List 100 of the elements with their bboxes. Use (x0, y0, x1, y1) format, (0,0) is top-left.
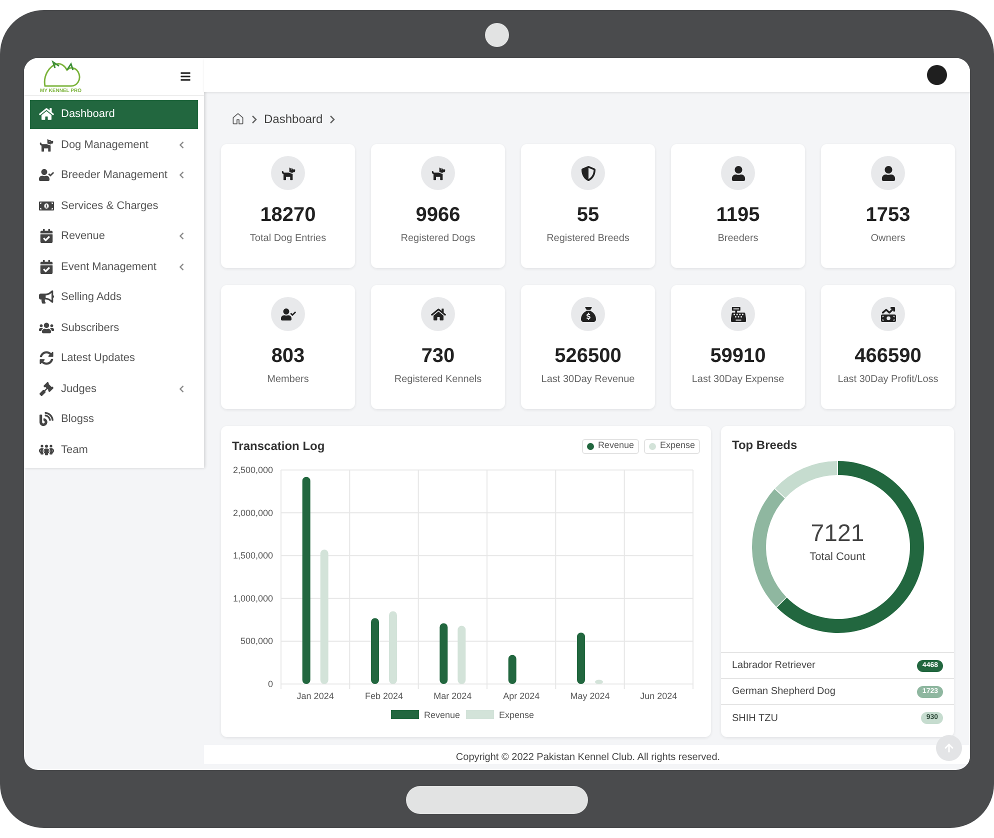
chart-bar (371, 618, 379, 684)
chevron-left-icon (178, 232, 185, 240)
sidebar-item-label: Subscribers (61, 320, 120, 336)
legend-swatch (391, 710, 419, 719)
stat-value: 730 (421, 345, 455, 367)
sidebar-item[interactable]: Judges (30, 374, 198, 403)
card-title: Top Breeds (731, 437, 798, 454)
legend-chip[interactable]: Revenue (582, 438, 639, 454)
stat-label: Members (267, 373, 309, 387)
stat-label: Breeders (718, 232, 758, 246)
user-check-icon (280, 306, 296, 322)
stat-label: Last 30Day Revenue (541, 373, 635, 387)
legend-chip[interactable]: Expense (644, 438, 700, 454)
dog-icon (39, 138, 54, 152)
chevron-left-icon (178, 171, 185, 180)
x-axis-label: Feb 2024 (364, 691, 404, 701)
refresh-icon (39, 351, 54, 366)
home-icon (39, 107, 54, 122)
sidebar-item-label: Dog Management (61, 138, 150, 152)
x-axis-label: Mar 2024 (434, 691, 472, 701)
sidebar-item-label: Event Management (61, 260, 158, 274)
stat-value: 1753 (866, 204, 910, 226)
breadcrumb-link[interactable]: Dashboard (264, 110, 323, 128)
gavel-icon (39, 382, 54, 396)
chart-bar (508, 654, 516, 684)
home-icon[interactable] (231, 112, 245, 126)
stat-value: 803 (271, 345, 305, 367)
stat-value: 466590 (854, 345, 922, 367)
x-axis-label: Jan 2024 (296, 691, 334, 701)
sidebar-item-label: Blogss (61, 412, 96, 427)
legend-swatch (466, 710, 494, 719)
stat-value: 59910 (710, 345, 766, 367)
sidebar-item[interactable]: Team (30, 436, 198, 464)
sidebar-item[interactable]: Event Management (30, 252, 198, 281)
stat-value: 526500 (554, 345, 622, 367)
sidebar-item[interactable]: Dashboard (30, 100, 198, 128)
calendar-check-icon (39, 229, 54, 244)
x-axis-label: May 2024 (570, 691, 610, 701)
stat-value: 9966 (416, 204, 460, 226)
chart-bar (440, 623, 448, 684)
stat-label: Registered Kennels (394, 373, 482, 387)
cash-register-icon (730, 306, 746, 322)
chevron-right-icon (251, 114, 258, 124)
user-avatar[interactable] (927, 65, 947, 85)
money-trend-icon (880, 306, 896, 322)
sidebar-item[interactable]: Blogss (30, 405, 198, 434)
stat-label: Owners (870, 232, 906, 246)
sidebar-item[interactable]: Breeder Management (30, 161, 198, 190)
y-axis-label: 2,000,000 (232, 508, 273, 518)
sidebar-item-label: Dashboard (61, 107, 116, 122)
x-axis-label: Jun 2024 (640, 691, 678, 701)
y-axis-label: 2,500,000 (232, 465, 273, 475)
dog-icon (430, 166, 446, 180)
sidebar-item[interactable]: Dog Management (30, 130, 198, 159)
legend-label: Revenue (424, 710, 460, 720)
chevron-right-icon (328, 114, 336, 124)
calendar-check-icon (39, 260, 54, 274)
breed-name: Labrador Retriever (732, 659, 816, 673)
total-value: 7121 (810, 521, 864, 547)
chart-bar (458, 626, 466, 684)
legend-label: Expense (660, 439, 695, 452)
sidebar-item[interactable]: Selling Adds (30, 283, 198, 312)
footer-text: Copyright © 2022 Pakistan Kennel Club. All rights reserved. (456, 752, 720, 764)
menu-icon[interactable] (179, 71, 192, 82)
chevron-left-icon (178, 384, 185, 393)
total-label: Total Count (810, 550, 866, 565)
sidebar-item[interactable]: Services & Charges (30, 192, 198, 220)
chart-bar (595, 680, 603, 684)
y-axis-label: 500,000 (240, 636, 273, 646)
sidebar-item-label: Selling Adds (61, 290, 123, 305)
sidebar-item-label: Breeder Management (61, 168, 168, 183)
users-icon (39, 320, 54, 335)
user-check-icon (39, 168, 54, 182)
chevron-left-icon (178, 140, 185, 149)
breed-name: SHIH TZU (732, 712, 778, 726)
legend-label: Expense (499, 710, 534, 720)
banknote-icon (39, 198, 54, 213)
breed-name: German Shepherd Dog (732, 685, 836, 699)
stat-value: 18270 (260, 204, 316, 226)
x-axis-label: Apr 2024 (503, 691, 540, 701)
home-button[interactable] (406, 786, 588, 814)
blog-icon (39, 412, 54, 426)
y-axis-label: 1,500,000 (232, 550, 273, 561)
people-group-icon (39, 442, 54, 457)
shield-icon (580, 166, 596, 180)
user-icon (730, 166, 746, 180)
stat-label: Last 30Day Expense (692, 373, 784, 387)
home-icon (430, 306, 446, 322)
stat-label: Last 30Day Profit/Loss (838, 373, 938, 387)
sidebar-item-label: Services & Charges (61, 198, 160, 214)
chevron-left-icon (178, 262, 185, 271)
sidebar-item[interactable]: Revenue (30, 222, 198, 250)
sidebar-item[interactable]: Latest Updates (30, 344, 198, 372)
sidebar-item-label: Revenue (61, 229, 106, 244)
sidebar-item-label: Judges (61, 382, 98, 396)
sidebar-item[interactable]: Subscribers (30, 314, 198, 342)
user-icon (880, 166, 896, 180)
y-axis-label: 1,000,000 (232, 593, 273, 604)
megaphone-icon (39, 290, 54, 304)
stat-label: Registered Breeds (546, 232, 630, 246)
